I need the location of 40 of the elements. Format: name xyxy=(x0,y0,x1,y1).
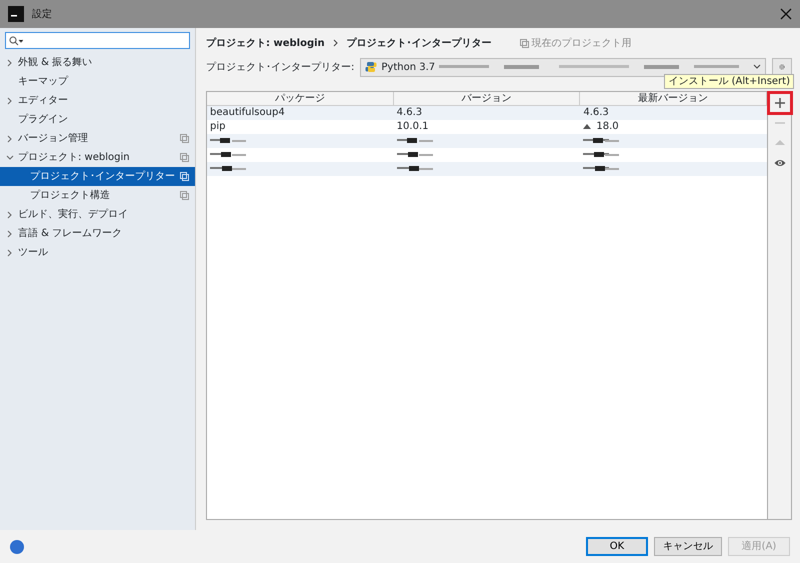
chevron-right-icon xyxy=(332,39,339,47)
sidebar-item[interactable]: エディター xyxy=(0,91,195,110)
breadcrumb-item[interactable]: プロジェクト: weblogin xyxy=(206,36,325,50)
column-header[interactable]: パッケージ xyxy=(207,92,394,105)
field-label: プロジェクト･インタープリター: xyxy=(206,60,354,74)
interpreter-dropdown[interactable]: Python 3.7 xyxy=(360,58,766,76)
table-cell: 4.6.3 xyxy=(583,106,609,120)
eye-icon xyxy=(774,157,786,169)
tooltip: インストール (Alt+Insert) xyxy=(664,74,794,89)
table-cell-text: beautifulsoup4 xyxy=(209,106,286,120)
dialog-button[interactable]: OK xyxy=(586,537,648,556)
column-header[interactable]: 最新バージョン xyxy=(580,92,768,105)
window-title: 設定 xyxy=(32,8,53,22)
sidebar-item[interactable]: プロジェクト･インタープリター xyxy=(0,167,195,186)
breadcrumb-item[interactable]: プロジェクト･インタープリター xyxy=(346,36,492,50)
sidebar-item[interactable]: バージョン管理 xyxy=(0,129,195,148)
app-logo-icon xyxy=(8,6,24,22)
scope-note: 現在のプロジェクト用 xyxy=(532,36,632,50)
table-cell-text: 4.6.3 xyxy=(396,106,424,120)
sidebar-item[interactable]: プロジェクト: weblogin xyxy=(0,148,195,167)
python-logo-icon xyxy=(365,61,378,73)
sidebar-item[interactable]: プロジェクト構造 xyxy=(0,186,195,205)
column-header[interactable]: バージョン xyxy=(394,92,580,105)
sidebar-item[interactable]: ビルド、実行、デプロイ xyxy=(0,205,195,224)
sidebar-item[interactable]: 外観 & 振る舞い xyxy=(0,53,195,72)
sidebar-item[interactable]: ツール xyxy=(0,243,195,262)
sidebar-item[interactable]: キーマップ xyxy=(0,72,195,91)
table-cell-text: pip xyxy=(209,120,226,134)
copy-icon xyxy=(520,38,529,48)
sidebar-item[interactable]: プラグイン xyxy=(0,110,195,129)
chevron-down-icon xyxy=(753,64,761,70)
search-icon xyxy=(9,36,23,46)
table-cell: 18.0 xyxy=(583,120,619,134)
search-field[interactable] xyxy=(5,32,190,49)
sidebar-item[interactable]: 言語 & フレームワーク xyxy=(0,224,195,243)
plus-icon xyxy=(774,97,786,109)
close-icon xyxy=(780,8,792,20)
table-cell-text: 10.0.1 xyxy=(396,120,430,134)
help-button[interactable] xyxy=(10,540,24,554)
dialog-button[interactable]: キャンセル xyxy=(654,537,722,556)
